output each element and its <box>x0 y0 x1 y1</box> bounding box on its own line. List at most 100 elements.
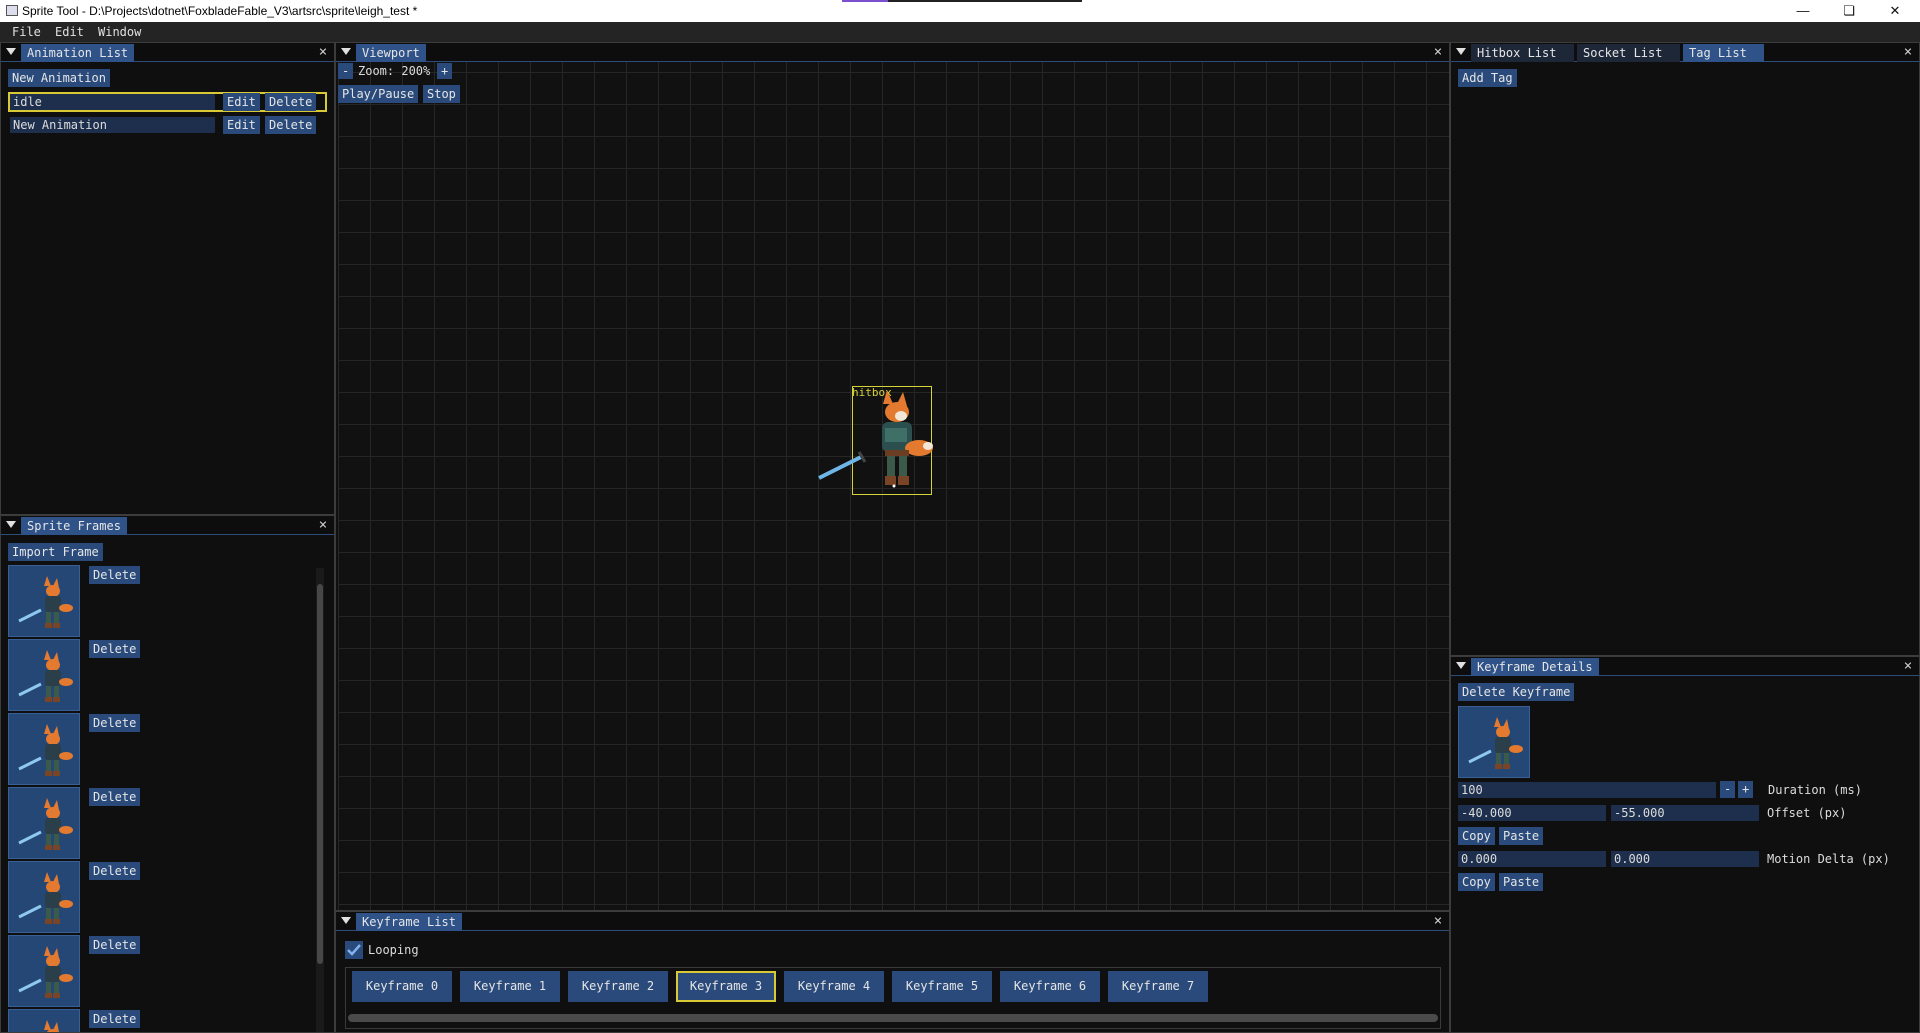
copy-motion-button[interactable]: Copy <box>1458 873 1495 891</box>
collapse-arrow-icon[interactable] <box>6 48 16 55</box>
scrollbar-thumb[interactable] <box>317 584 323 964</box>
paste-offset-button[interactable]: Paste <box>1499 827 1544 845</box>
tab-viewport[interactable]: Viewport <box>356 44 426 62</box>
window-titlebar: Sprite Tool - D:\Projects\dotnet\Foxblad… <box>0 0 1920 22</box>
sprite-frame-image <box>18 872 73 924</box>
close-icon[interactable]: ✕ <box>1872 0 1918 22</box>
close-icon[interactable]: × <box>1431 913 1445 929</box>
menu-window[interactable]: Window <box>98 25 141 39</box>
horizontal-scrollbar[interactable] <box>348 1014 1438 1022</box>
animation-list-panel: Animation List × New Animation idle Edit… <box>0 42 335 515</box>
zoom-out-button[interactable]: - <box>338 63 354 79</box>
looping-label: Looping <box>368 943 419 957</box>
tab-tag-list[interactable]: Tag List <box>1683 44 1764 62</box>
delete-button[interactable]: Delete <box>265 116 317 134</box>
tab-hitbox-list[interactable]: Hitbox List <box>1471 44 1574 62</box>
window-title: Sprite Tool - D:\Projects\dotnet\Foxblad… <box>22 4 418 18</box>
keyframe-button[interactable]: Keyframe 4 <box>784 971 884 1002</box>
zoom-label: Zoom: 200% <box>358 64 431 78</box>
tab-keyframe-details[interactable]: Keyframe Details <box>1471 658 1599 676</box>
play-pause-button[interactable]: Play/Pause <box>338 85 419 103</box>
sprite-frame-thumbnail[interactable] <box>8 713 80 785</box>
animation-name-field[interactable]: idle <box>10 94 215 110</box>
sprite-frame-image <box>44 1020 60 1032</box>
close-icon[interactable]: × <box>316 44 330 60</box>
delete-frame-button[interactable]: Delete <box>89 1010 141 1028</box>
keyframe-button[interactable]: Keyframe 5 <box>892 971 992 1002</box>
duration-decrement-button[interactable]: - <box>1720 781 1736 798</box>
keyframe-button[interactable]: Keyframe 0 <box>352 971 452 1002</box>
sprite-frame-thumbnail[interactable] <box>8 639 80 711</box>
delete-frame-button[interactable]: Delete <box>89 566 141 584</box>
sprite-frame-thumbnail[interactable] <box>8 787 80 859</box>
tab-socket-list[interactable]: Socket List <box>1577 44 1680 62</box>
panel-header: Keyframe Details × <box>1451 657 1919 676</box>
close-icon[interactable]: × <box>1431 44 1445 60</box>
menu-edit[interactable]: Edit <box>55 25 84 39</box>
animation-name-field[interactable]: New Animation <box>10 117 215 133</box>
sprite-frame-thumbnail[interactable] <box>8 935 80 1007</box>
delete-frame-button[interactable]: Delete <box>89 936 141 954</box>
delete-frame-button[interactable]: Delete <box>89 714 141 732</box>
motion-x-field[interactable]: 0.000 <box>1458 851 1606 867</box>
keyframe-button[interactable]: Keyframe 6 <box>1000 971 1100 1002</box>
keyframe-button[interactable]: Keyframe 7 <box>1108 971 1208 1002</box>
sprite-frame-thumbnail[interactable] <box>8 861 80 933</box>
delete-keyframe-button[interactable]: Delete Keyframe <box>1458 683 1575 701</box>
edit-button[interactable]: Edit <box>223 116 260 134</box>
sprite-frame-thumbnail[interactable] <box>8 1009 80 1032</box>
close-icon[interactable]: × <box>1901 44 1915 60</box>
scrollbar-track[interactable] <box>316 568 324 1032</box>
collapse-arrow-icon[interactable] <box>1456 662 1466 669</box>
stop-button[interactable]: Stop <box>423 85 460 103</box>
checkmark-icon <box>347 944 361 956</box>
sprite-frame-image <box>18 650 73 702</box>
minimize-icon[interactable]: — <box>1780 0 1826 22</box>
menu-file[interactable]: File <box>12 25 41 39</box>
delete-frame-button[interactable]: Delete <box>89 640 141 658</box>
panel-header: Hitbox List Socket List Tag List × <box>1451 43 1919 62</box>
offset-x-field[interactable]: -40.000 <box>1458 805 1606 821</box>
motion-y-field[interactable]: 0.000 <box>1611 851 1759 867</box>
offset-y-field[interactable]: -55.000 <box>1611 805 1759 821</box>
delete-button[interactable]: Delete <box>265 93 317 111</box>
copy-offset-button[interactable]: Copy <box>1458 827 1495 845</box>
edit-button[interactable]: Edit <box>223 93 260 111</box>
duration-field[interactable]: 100 <box>1458 782 1716 798</box>
motion-delta-label: Motion Delta (px) <box>1767 852 1890 866</box>
zoom-in-button[interactable]: + <box>437 63 453 79</box>
collapse-arrow-icon[interactable] <box>6 521 16 528</box>
close-icon[interactable]: × <box>316 517 330 533</box>
collapse-arrow-icon[interactable] <box>341 48 351 55</box>
keyframe-button[interactable]: Keyframe 2 <box>568 971 668 1002</box>
tab-keyframe-list[interactable]: Keyframe List <box>356 913 462 931</box>
sprite-frame-image <box>18 798 73 850</box>
sprite-frame-image <box>18 946 73 998</box>
panel-header: Animation List × <box>1 43 334 62</box>
restore-icon[interactable]: ❏ <box>1826 0 1872 22</box>
sprite-thumbnail-image <box>1468 717 1523 769</box>
sprite-frames-panel: Sprite Frames × Import Frame Delete Delet… <box>0 515 335 1033</box>
add-tag-button[interactable]: Add Tag <box>1458 69 1517 87</box>
new-animation-button[interactable]: New Animation <box>8 69 110 87</box>
tab-sprite-frames[interactable]: Sprite Frames <box>21 517 127 535</box>
menu-bar: File Edit Window <box>0 22 1920 42</box>
keyframe-button[interactable]: Keyframe 1 <box>460 971 560 1002</box>
paste-motion-button[interactable]: Paste <box>1499 873 1544 891</box>
keyframe-button[interactable]: Keyframe 3 <box>676 971 776 1002</box>
looping-checkbox[interactable] <box>345 941 363 959</box>
close-icon[interactable]: × <box>1901 658 1915 674</box>
delete-frame-button[interactable]: Delete <box>89 862 141 880</box>
duration-increment-button[interactable]: + <box>1738 781 1754 798</box>
collapse-arrow-icon[interactable] <box>341 917 351 924</box>
sprite-frame-thumbnail[interactable] <box>8 565 80 637</box>
fox-sprite-image <box>818 390 933 488</box>
delete-frame-button[interactable]: Delete <box>89 788 141 806</box>
collapse-arrow-icon[interactable] <box>1456 48 1466 55</box>
keyframe-thumbnail <box>1458 706 1530 778</box>
import-frame-button[interactable]: Import Frame <box>8 543 103 561</box>
tab-animation-list[interactable]: Animation List <box>21 44 135 62</box>
keyframe-details-panel: Keyframe Details × Delete Keyframe 100 -… <box>1450 656 1920 1033</box>
titlebar-accent-dark <box>888 0 1082 2</box>
duration-label: Duration (ms) <box>1768 783 1862 797</box>
